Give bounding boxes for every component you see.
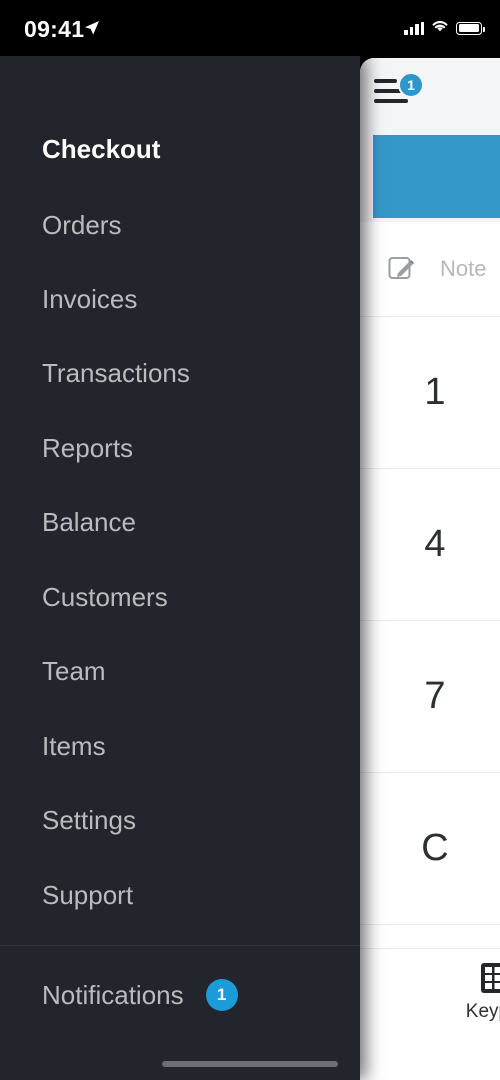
tab-keypad[interactable]: Keypad: [438, 963, 500, 1023]
notifications-badge: 1: [205, 979, 238, 1011]
status-time: 09:41: [24, 16, 85, 42]
keypad-row[interactable]: 7: [360, 621, 500, 773]
sidebar-item-checkout[interactable]: Checkout: [42, 134, 160, 165]
keypad-digit: 7: [424, 675, 446, 717]
keypad-row[interactable]: C: [360, 773, 500, 925]
drawer-divider: [0, 945, 360, 946]
keypad-grid-icon: [481, 963, 500, 993]
sidebar-item-label: Notifications: [42, 979, 184, 1010]
hamburger-menu-icon[interactable]: 1: [374, 72, 426, 112]
sidebar-item-label: Checkout: [42, 134, 161, 164]
sidebar-item-items[interactable]: Items: [42, 731, 106, 762]
keypad-row[interactable]: 1: [360, 317, 500, 469]
phone-screen: 1 Note 1 4 7 C Key Checkout Orders Invoi…: [0, 0, 500, 1080]
cellular-signal-icon: [404, 21, 424, 35]
note-label: Note: [440, 256, 487, 281]
sidebar-item-label: Balance: [42, 507, 136, 537]
sidebar-item-notifications[interactable]: Notifications 1: [42, 979, 238, 1011]
navigation-drawer: Checkout Orders Invoices Transactions Re…: [0, 56, 360, 1080]
sidebar-item-label: Items: [42, 731, 106, 761]
sidebar-item-customers[interactable]: Customers: [42, 582, 168, 613]
sidebar-item-label: Orders: [42, 210, 122, 240]
menu-notification-badge: 1: [398, 72, 424, 98]
sidebar-item-label: Customers: [42, 582, 168, 612]
sidebar-item-support[interactable]: Support: [42, 880, 133, 911]
sidebar-item-balance[interactable]: Balance: [42, 507, 136, 538]
tab-keypad-label: Keypad: [465, 1001, 500, 1022]
keypad-digit: 4: [424, 523, 446, 565]
sidebar-item-team[interactable]: Team: [42, 656, 106, 687]
wifi-icon: [431, 19, 449, 37]
sidebar-item-label: Team: [42, 656, 106, 686]
battery-full-icon: [456, 21, 485, 35]
status-icons: [404, 19, 485, 37]
sidebar-item-label: Transactions: [42, 358, 190, 388]
sidebar-item-orders[interactable]: Orders: [42, 210, 121, 241]
sidebar-item-reports[interactable]: Reports: [42, 433, 133, 464]
edit-note-pencil-icon: [388, 254, 418, 284]
home-indicator: [162, 1061, 338, 1067]
sidebar-item-settings[interactable]: Settings: [42, 805, 136, 836]
location-arrow-icon: [84, 20, 100, 36]
sidebar-item-invoices[interactable]: Invoices: [42, 284, 137, 315]
hamburger-line: [374, 89, 402, 93]
sidebar-item-label: Reports: [42, 433, 134, 463]
sidebar-item-label: Support: [42, 880, 134, 910]
note-row[interactable]: Note: [360, 222, 500, 317]
keypad-digit: 1: [424, 371, 446, 413]
bottom-tab-bar: Keypad: [360, 948, 500, 1080]
sidebar-item-label: Settings: [42, 805, 136, 835]
panel-header: 1: [360, 58, 500, 222]
keypad-digit: C: [421, 827, 449, 869]
keypad-row[interactable]: 4: [360, 469, 500, 621]
status-bar: 09:41: [0, 0, 500, 56]
checkout-panel: 1 Note 1 4 7 C Key: [360, 58, 500, 1080]
sidebar-item-transactions[interactable]: Transactions: [42, 358, 190, 389]
hamburger-line: [374, 99, 408, 103]
sidebar-item-label: Invoices: [42, 284, 138, 314]
hamburger-line: [374, 79, 397, 83]
amount-display-banner: [373, 135, 500, 218]
